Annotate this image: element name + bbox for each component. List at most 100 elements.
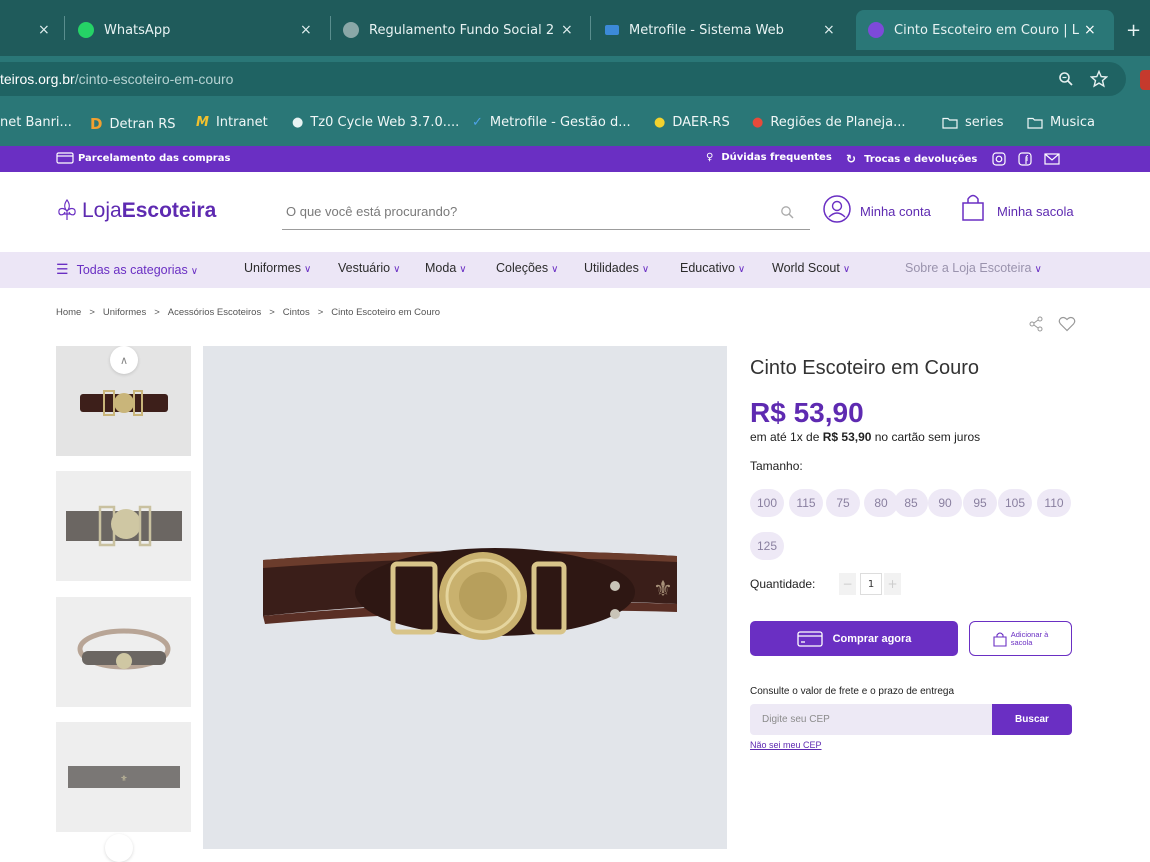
product-title: Cinto Escoteiro em Couro	[750, 357, 979, 379]
close-icon[interactable]: ×	[823, 22, 835, 38]
breadcrumb-item[interactable]: Home	[56, 307, 81, 318]
thumbnail-2[interactable]	[56, 471, 191, 581]
tab-label: Regulamento Fundo Social 2	[369, 22, 555, 38]
dont-know-cep-link[interactable]: Não sei meu CEP	[750, 740, 822, 750]
size-option[interactable]: 110	[1037, 489, 1071, 517]
search-cep-button[interactable]: Buscar	[992, 704, 1072, 735]
quantity-input[interactable]: 1	[860, 573, 882, 595]
size-option[interactable]: 80	[864, 489, 898, 517]
store-header: LojaEscoteira Minha conta Minha sacola	[0, 172, 1150, 252]
close-icon[interactable]: ×	[1084, 22, 1096, 38]
bookmark-daer[interactable]: ● DAER-RS	[654, 115, 730, 130]
bookmark-intranet[interactable]: M Intranet	[196, 115, 268, 130]
shopping-bag-icon[interactable]	[960, 192, 986, 222]
tab-label: Metrofile - Sistema Web	[629, 22, 784, 38]
cep-input[interactable]	[750, 704, 993, 735]
chevron-down-icon: ∨	[393, 264, 401, 275]
category-nav: ☰ Todas as categorias ∨ Uniformes ∨ Vestuár…	[0, 252, 1150, 288]
email-icon[interactable]	[1044, 152, 1060, 166]
installments-link[interactable]: Parcelamento das compras	[56, 152, 230, 164]
installment-info: em até 1x de R$ 53,90 no cartão sem juro…	[750, 430, 980, 444]
nav-label: Educativo	[680, 261, 735, 275]
size-option[interactable]: 75	[826, 489, 860, 517]
size-option[interactable]: 105	[998, 489, 1032, 517]
tab-active-product[interactable]: Cinto Escoteiro em Couro | L ×	[856, 10, 1114, 50]
quantity-increase-button[interactable]: +	[884, 573, 901, 595]
close-icon[interactable]: ×	[38, 22, 50, 38]
metrofile-icon	[605, 25, 619, 35]
buy-now-button[interactable]: Comprar agora	[750, 621, 958, 656]
intranet-icon: M	[196, 115, 209, 130]
bookmark-label: Tz0 Cycle Web 3.7.0....	[310, 115, 460, 130]
detran-icon: D	[90, 115, 103, 133]
facebook-icon[interactable]	[1018, 152, 1032, 166]
nav-about[interactable]: Sobre a Loja Escoteira ∨	[905, 261, 1042, 275]
bookmark-label: Metrofile - Gestão d...	[489, 115, 631, 130]
all-categories-menu[interactable]: ☰ Todas as categorias ∨	[56, 261, 198, 278]
store-logo[interactable]: LojaEscoteira	[55, 198, 216, 223]
browser-tab-bar: × WhatsApp × Regulamento Fundo Social 2 …	[0, 0, 1150, 56]
bookmark-star-icon[interactable]	[1090, 70, 1108, 88]
close-icon[interactable]: ×	[561, 22, 573, 38]
search-icon[interactable]	[780, 205, 794, 219]
bookmark-metrofile[interactable]: ✓ Metrofile - Gestão d...	[472, 115, 631, 130]
tab-regulamento[interactable]: Regulamento Fundo Social 2 ×	[343, 10, 583, 50]
search-input[interactable]	[282, 196, 762, 226]
bookmark-label: DAER-RS	[672, 115, 730, 130]
freight-info-label: Consulte o valor de frete e o prazo de e…	[750, 686, 955, 697]
tab-whatsapp[interactable]: WhatsApp ×	[78, 10, 318, 50]
breadcrumb-item[interactable]: Acessórios Escoteiros	[168, 307, 261, 318]
installment-value: R$ 53,90	[822, 430, 872, 444]
thumbnail-1[interactable]: ∧	[56, 346, 191, 456]
breadcrumb-item[interactable]: Uniformes	[103, 307, 146, 318]
size-option[interactable]: 85	[894, 489, 928, 517]
nav-world-scout[interactable]: World Scout ∨	[772, 261, 850, 275]
size-option[interactable]: 100	[750, 489, 784, 517]
bookmark-musica[interactable]: Musica	[1027, 115, 1095, 130]
size-option[interactable]: 115	[789, 489, 823, 517]
user-account-icon[interactable]	[822, 194, 852, 224]
tab-previous[interactable]: ×	[38, 10, 50, 50]
size-option[interactable]: 90	[928, 489, 962, 517]
bookmark-tz0[interactable]: ● Tz0 Cycle Web 3.7.0....	[292, 115, 459, 130]
thumbnail-3[interactable]	[56, 597, 191, 707]
nav-vestuario[interactable]: Vestuário ∨	[338, 261, 400, 275]
extension-icon[interactable]	[1140, 70, 1150, 90]
bookmark-banrisul[interactable]: net Banri...	[0, 115, 72, 130]
nav-moda[interactable]: Moda ∨	[425, 261, 467, 275]
credit-card-icon	[796, 630, 823, 647]
faq-link[interactable]: ♀ Dúvidas frequentes	[706, 152, 832, 163]
bookmark-detran[interactable]: D Detran RS	[90, 115, 176, 133]
close-icon[interactable]: ×	[300, 22, 312, 38]
map-pin-icon: ●	[752, 115, 764, 130]
chevron-up-icon[interactable]: ∧	[110, 346, 138, 374]
returns-label: Trocas e devoluções	[864, 153, 978, 165]
tab-metrofile[interactable]: Metrofile - Sistema Web ×	[605, 10, 845, 50]
bookmark-series[interactable]: series	[942, 115, 1004, 130]
chevron-down-icon[interactable]	[105, 834, 133, 862]
nav-utilidades[interactable]: Utilidades ∨	[584, 261, 649, 275]
thumbnail-4[interactable]: ⚜	[56, 722, 191, 832]
bookmark-regioes[interactable]: ● Regiões de Planeja...	[752, 115, 906, 130]
size-option[interactable]: 125	[750, 532, 784, 560]
share-icon[interactable]	[1028, 316, 1044, 332]
zoom-icon[interactable]	[1058, 71, 1074, 87]
add-to-bag-button[interactable]: Adicionar à sacola	[969, 621, 1072, 656]
nav-uniformes[interactable]: Uniformes ∨	[244, 261, 311, 275]
heart-icon[interactable]	[1058, 316, 1076, 332]
chevron-down-icon: ∨	[641, 264, 650, 275]
my-bag-link[interactable]: Minha sacola	[997, 204, 1074, 219]
instagram-icon[interactable]	[992, 152, 1006, 166]
chevron-down-icon: ∨	[551, 264, 559, 275]
product-main-image[interactable]: ⚜	[203, 346, 727, 849]
returns-link[interactable]: ↻ Trocas e devoluções	[846, 152, 977, 166]
nav-educativo[interactable]: Educativo ∨	[680, 261, 745, 275]
nav-label: Utilidades	[584, 261, 639, 275]
size-option[interactable]: 95	[963, 489, 997, 517]
url-field[interactable]: teiros.org.br/cinto-escoteiro-em-couro	[0, 62, 1126, 96]
new-tab-button[interactable]: +	[1126, 10, 1141, 50]
breadcrumb-item[interactable]: Cintos	[283, 307, 310, 318]
nav-colecoes[interactable]: Coleções ∨	[496, 261, 558, 275]
quantity-decrease-button[interactable]: −	[839, 573, 856, 595]
my-account-link[interactable]: Minha conta	[860, 204, 931, 219]
